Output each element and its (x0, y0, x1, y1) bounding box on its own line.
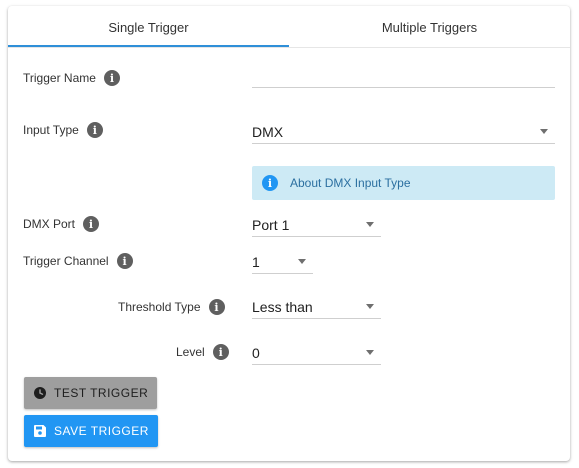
input-type-label-text: Input Type (23, 123, 79, 137)
info-icon[interactable]: i (83, 216, 100, 232)
save-icon (34, 425, 46, 437)
trigger-channel-select[interactable]: 1 (252, 250, 313, 274)
info-icon[interactable]: i (116, 253, 133, 269)
info-icon[interactable]: i (208, 299, 225, 315)
active-tab-indicator (8, 45, 289, 47)
level-label-text: Level (176, 345, 205, 359)
dmx-port-label: DMX Port i (23, 216, 100, 232)
test-trigger-button[interactable]: TEST TRIGGER (24, 377, 157, 409)
trigger-name-label-text: Trigger Name (23, 71, 96, 85)
chevron-down-icon (366, 304, 374, 309)
trigger-channel-label-text: Trigger Channel (23, 254, 109, 268)
chevron-down-icon (540, 129, 548, 134)
threshold-type-value: Less than (252, 298, 313, 315)
input-type-select[interactable]: DMX (252, 120, 555, 144)
dmx-port-label-text: DMX Port (23, 217, 76, 231)
trigger-channel-value: 1 (252, 253, 260, 270)
chevron-down-icon (298, 259, 306, 264)
level-value: 0 (252, 344, 260, 361)
dmx-port-value: Port 1 (252, 216, 290, 233)
trigger-name-input[interactable] (252, 66, 555, 88)
level-select[interactable]: 0 (252, 341, 381, 365)
input-type-label: Input Type i (23, 122, 103, 138)
trigger-card: Single Trigger Multiple Triggers Trigger… (8, 6, 570, 461)
chevron-down-icon (366, 222, 374, 227)
info-icon: i (262, 175, 278, 191)
about-input-type-banner[interactable]: i About DMX Input Type (252, 166, 555, 200)
test-icon (34, 387, 46, 399)
chevron-down-icon (366, 350, 374, 355)
threshold-type-label-text: Threshold Type (118, 300, 201, 314)
tab-bar: Single Trigger Multiple Triggers (8, 6, 570, 48)
save-trigger-button[interactable]: SAVE TRIGGER (24, 415, 158, 447)
threshold-type-label: Threshold Type i (118, 299, 225, 315)
level-label: Level i (176, 344, 229, 360)
trigger-name-label: Trigger Name i (23, 70, 120, 86)
test-trigger-label: TEST TRIGGER (54, 386, 149, 400)
tab-multiple-triggers[interactable]: Multiple Triggers (289, 6, 570, 48)
info-icon[interactable]: i (103, 70, 120, 86)
about-input-type-link: About DMX Input Type (290, 176, 411, 190)
save-trigger-label: SAVE TRIGGER (54, 424, 149, 438)
trigger-channel-label: Trigger Channel i (23, 253, 133, 269)
tab-single-trigger[interactable]: Single Trigger (8, 6, 289, 48)
tab-label: Single Trigger (108, 19, 189, 35)
dmx-port-select[interactable]: Port 1 (252, 213, 381, 237)
input-type-value: DMX (252, 123, 284, 140)
info-icon[interactable]: i (212, 344, 229, 360)
threshold-type-select[interactable]: Less than (252, 295, 381, 319)
info-icon[interactable]: i (86, 122, 103, 138)
tab-label: Multiple Triggers (381, 19, 478, 35)
